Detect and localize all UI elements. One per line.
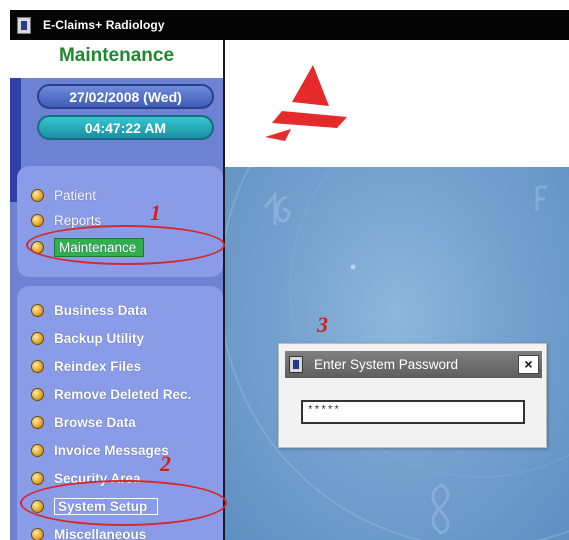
menu-item-label: Remove Deleted Rec. [54, 386, 192, 402]
annotation-ring-system-setup [20, 480, 227, 526]
menu-item-label: Browse Data [54, 414, 136, 430]
sidebar-header: Maintenance [10, 40, 223, 78]
menu-item-invoice-messages[interactable]: Invoice Messages [31, 439, 169, 461]
door-icon [289, 356, 303, 373]
section-title: Maintenance [58, 45, 175, 66]
menu-item-label: Reindex Files [54, 358, 142, 374]
bullet-icon [31, 471, 44, 485]
title-bar: E-Claims+ Radiology [10, 10, 569, 40]
bullet-icon [31, 527, 44, 540]
annotation-step-1: 1 [150, 200, 161, 225]
menu-item-label: Business Data [54, 302, 148, 318]
menu-item-remove-deleted[interactable]: Remove Deleted Rec. [31, 383, 191, 405]
menu-item-backup-utility[interactable]: Backup Utility [31, 327, 144, 349]
nav-item-patient[interactable]: Patient [31, 184, 96, 206]
sidebar: Maintenance 27/02/2008 (Wed) 04:47:22 AM… [10, 40, 223, 540]
dialog-title-bar: Enter System Password × [285, 351, 542, 378]
bullet-icon [31, 359, 44, 373]
time-display: 04:47:22 AM [37, 115, 214, 140]
bullet-icon [31, 331, 44, 345]
bullet-icon [31, 415, 44, 429]
menu-item-label: Miscellaneous [54, 526, 147, 540]
menu-item-label: Invoice Messages [54, 442, 169, 458]
bullet-icon [31, 387, 44, 401]
annotation-ring-maintenance [26, 225, 225, 265]
bullet-icon [31, 188, 44, 202]
close-button[interactable]: × [518, 355, 539, 374]
menu-item-browse-data[interactable]: Browse Data [31, 411, 136, 433]
password-input[interactable]: ***** [301, 400, 525, 424]
password-dialog: Enter System Password × ***** [278, 343, 547, 448]
dialog-title: Enter System Password [314, 357, 459, 372]
date-display: 27/02/2008 (Wed) [37, 84, 214, 109]
nav-item-label: Patient [54, 187, 97, 203]
bullet-icon [31, 303, 44, 317]
window-title: E-Claims+ Radiology [43, 18, 165, 32]
company-logo-icon [265, 65, 347, 141]
bullet-icon [31, 443, 44, 457]
bullet-icon [31, 213, 44, 227]
annotation-step-2: 2 [160, 451, 171, 476]
menu-item-business-data[interactable]: Business Data [31, 299, 147, 321]
door-icon [17, 17, 31, 34]
menu-item-reindex-files[interactable]: Reindex Files [31, 355, 141, 377]
menu-item-label: Backup Utility [54, 330, 145, 346]
annotation-step-3: 3 [317, 312, 328, 337]
logo-area [225, 40, 569, 167]
